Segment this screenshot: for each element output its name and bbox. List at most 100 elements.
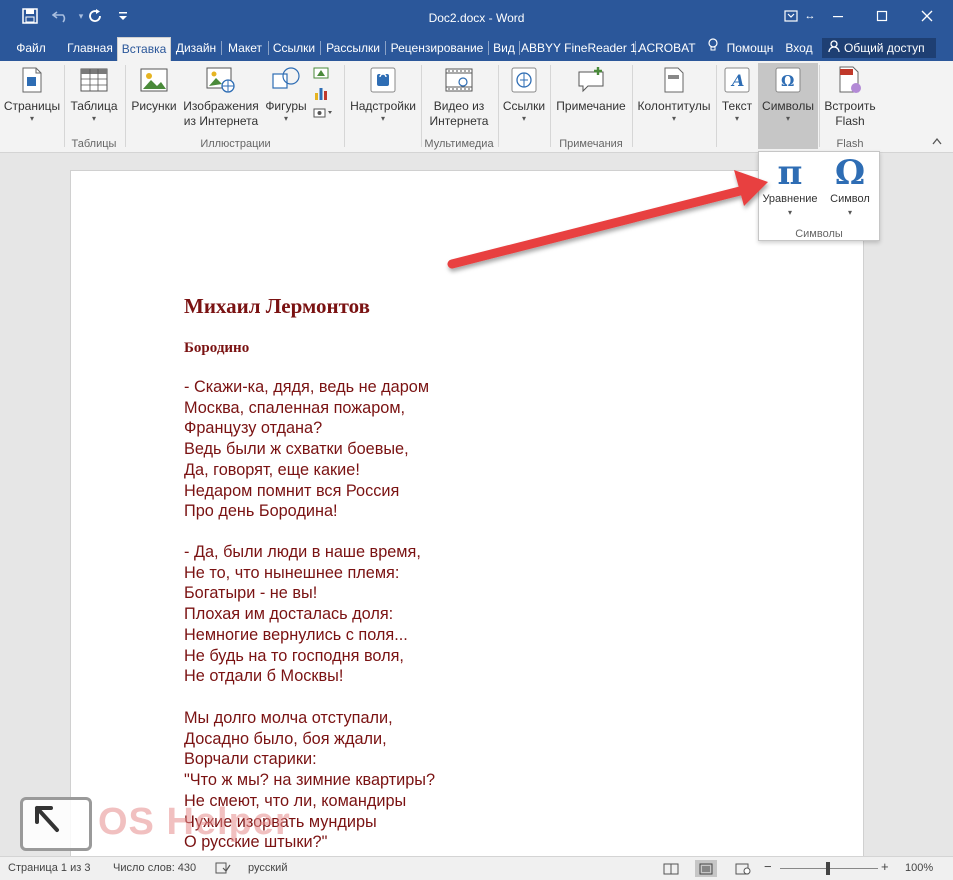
- online-video-label-2: Интернета: [429, 114, 489, 128]
- online-video-label-1: Видео из: [433, 99, 485, 113]
- read-mode-icon[interactable]: [660, 860, 682, 877]
- tab-acrobat[interactable]: ACROBAT: [637, 37, 697, 61]
- poem-line: Богатыри - не вы!: [184, 584, 318, 603]
- symbol-label: Символ: [830, 193, 870, 205]
- poem-line: Не отдали б Москвы!: [184, 667, 344, 686]
- web-layout-icon[interactable]: [732, 860, 754, 877]
- pictures-icon: [139, 65, 169, 95]
- group-label-tables: Таблицы: [71, 138, 117, 150]
- pictures-label: Рисунки: [131, 99, 177, 113]
- word-count[interactable]: Число слов: 430: [113, 862, 196, 874]
- chevron-down-icon: ▾: [380, 114, 385, 123]
- share-button[interactable]: Общий доступ: [822, 38, 936, 58]
- person-icon: [828, 39, 840, 59]
- restore-icon[interactable]: ↔: [800, 4, 820, 28]
- pi-icon: π: [777, 153, 803, 193]
- text-button[interactable]: A Текст ▾: [718, 65, 756, 124]
- chevron-down-icon: ▾: [283, 114, 288, 123]
- tab-view[interactable]: Вид: [490, 37, 518, 61]
- poem-line: Про день Бородина!: [184, 502, 338, 521]
- shapes-icon: [271, 65, 301, 95]
- tab-separator: [519, 41, 520, 55]
- tab-separator: [385, 41, 386, 55]
- tab-separator: [320, 41, 321, 55]
- flash-icon: [835, 65, 865, 95]
- poem-line: - Скажи-ка, дядя, ведь не даром: [184, 378, 430, 396]
- group-label-comments: Примечания: [559, 138, 623, 150]
- online-pictures-button[interactable]: Изображения из Интернета: [181, 65, 261, 129]
- group-label-multimedia: Мультимедиа: [424, 138, 494, 150]
- equation-button[interactable]: π Уравнение ▾: [761, 154, 819, 220]
- pages-button[interactable]: Страницы ▾: [2, 65, 62, 124]
- comment-icon: [576, 65, 606, 95]
- share-label: Общий доступ: [844, 41, 925, 55]
- tab-separator: [221, 41, 222, 55]
- tab-references[interactable]: Ссылки: [270, 37, 318, 61]
- lightbulb-icon[interactable]: [706, 37, 720, 61]
- online-pictures-label-2: из Интернета: [183, 114, 259, 128]
- chart-icon[interactable]: [313, 85, 335, 105]
- omega-icon: Ω: [834, 153, 866, 193]
- stanza-1[interactable]: - Скажи-ка, дядя, ведь не даром Москва, …: [184, 377, 429, 522]
- video-icon: [444, 65, 474, 95]
- close-icon[interactable]: [912, 4, 942, 28]
- store-icon: [368, 65, 398, 95]
- zoom-out-button[interactable]: −: [764, 859, 772, 874]
- zoom-in-button[interactable]: +: [881, 859, 889, 874]
- minimize-icon[interactable]: [823, 4, 853, 28]
- poem-line: Ведь были ж схватки боевые,: [184, 440, 409, 459]
- tab-mailings[interactable]: Рассылки: [323, 37, 383, 61]
- tab-layout[interactable]: Макет: [224, 37, 266, 61]
- shapes-button[interactable]: Фигуры ▾: [261, 65, 311, 124]
- screenshot-icon[interactable]: [313, 105, 335, 125]
- group-separator: [716, 65, 717, 147]
- online-pictures-icon: [206, 65, 236, 95]
- stanza-2[interactable]: - Да, были люди в наше время, Не то, что…: [184, 542, 421, 687]
- maximize-icon[interactable]: [867, 4, 897, 28]
- status-bar: Страница 1 из 3 Число слов: 430 русский …: [0, 856, 953, 880]
- tab-abbyy[interactable]: ABBYY FineReader 1.: [521, 37, 640, 61]
- document-subheading[interactable]: Бородино: [184, 340, 249, 357]
- tab-file[interactable]: Файл: [10, 37, 52, 61]
- embed-flash-button[interactable]: Встроить Flash: [821, 65, 879, 129]
- pages-icon: [17, 65, 47, 95]
- symbols-button[interactable]: Ω Символы ▾: [758, 65, 818, 124]
- group-separator: [64, 65, 65, 147]
- tab-design[interactable]: Дизайн: [173, 37, 219, 61]
- addins-button[interactable]: Надстройки ▾: [346, 65, 420, 124]
- tell-me-box[interactable]: Помощн: [722, 37, 778, 61]
- pictures-button[interactable]: Рисунки: [128, 65, 180, 114]
- header-footer-label: Колонтитулы: [637, 99, 711, 113]
- links-button[interactable]: Ссылки ▾: [500, 65, 548, 124]
- group-separator: [550, 65, 551, 147]
- comment-button[interactable]: Примечание: [552, 65, 630, 114]
- document-heading[interactable]: Михаил Лермонтов: [184, 294, 370, 319]
- addins-label: Надстройки: [350, 99, 416, 113]
- collapse-ribbon-icon[interactable]: [932, 137, 942, 148]
- header-footer-button[interactable]: Колонтитулы ▾: [634, 65, 714, 124]
- language[interactable]: русский: [248, 862, 287, 874]
- illustrations-small-icons: [313, 65, 335, 125]
- table-button[interactable]: Таблица ▾: [66, 65, 122, 124]
- svg-text:Ω: Ω: [781, 72, 794, 90]
- group-separator: [819, 65, 820, 147]
- tab-insert[interactable]: Вставка: [117, 37, 171, 61]
- print-layout-icon[interactable]: [695, 860, 717, 877]
- poem-line: Досадно было, боя ждали,: [184, 729, 387, 748]
- page-count[interactable]: Страница 1 из 3: [8, 862, 90, 874]
- tab-home[interactable]: Главная: [64, 37, 116, 61]
- zoom-slider-thumb[interactable]: [826, 862, 830, 875]
- zoom-level[interactable]: 100%: [905, 862, 933, 874]
- sign-in-link[interactable]: Вход: [782, 37, 816, 61]
- proofing-icon[interactable]: [215, 862, 231, 877]
- symbol-button[interactable]: Ω Символ ▾: [821, 154, 879, 220]
- header-footer-icon: [659, 65, 689, 95]
- tab-review[interactable]: Рецензирование: [388, 37, 486, 61]
- tab-separator: [635, 41, 636, 55]
- smartart-icon[interactable]: [313, 65, 335, 85]
- comment-label: Примечание: [556, 99, 626, 113]
- online-video-button[interactable]: Видео из Интернета: [423, 65, 495, 129]
- group-label-illustrations: Иллюстрации: [200, 138, 271, 150]
- group-label-flash: Flash: [836, 138, 864, 150]
- document-area[interactable]: [0, 154, 953, 856]
